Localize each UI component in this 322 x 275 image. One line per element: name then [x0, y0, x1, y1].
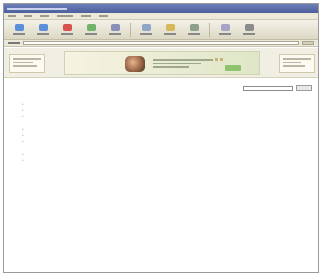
title-bar [4, 4, 318, 13]
search-icon [141, 24, 151, 32]
banner-photo-icon [125, 56, 145, 72]
list-item [22, 152, 312, 156]
page-banner [4, 48, 318, 78]
section-list [22, 102, 312, 118]
search-input[interactable] [243, 85, 293, 91]
list-item [22, 108, 312, 112]
list-item [22, 114, 312, 118]
go-button[interactable] [302, 41, 314, 45]
menu-item-tools[interactable] [81, 15, 91, 17]
forward-icon [38, 24, 48, 32]
main-content [4, 79, 318, 272]
banner-text [153, 59, 213, 68]
star-icon [165, 24, 175, 32]
refresh-icon [86, 24, 96, 32]
address-label [8, 42, 20, 44]
menu-item-favorites[interactable] [57, 15, 73, 17]
mail-icon [220, 24, 230, 32]
address-bar [4, 40, 318, 47]
menu-item-edit[interactable] [24, 15, 32, 17]
favorites-button[interactable] [161, 23, 179, 37]
stop-icon [62, 24, 72, 32]
home-icon [110, 24, 120, 32]
search-submit-button[interactable] [296, 85, 312, 91]
print-button[interactable] [240, 23, 258, 37]
menu-item-file[interactable] [8, 15, 16, 17]
address-input[interactable] [23, 41, 299, 45]
back-icon [14, 24, 24, 32]
home-button[interactable] [106, 23, 124, 37]
browser-toolbar [4, 20, 318, 40]
browser-window [3, 3, 319, 273]
banner-dots [215, 58, 223, 61]
history-button[interactable] [185, 23, 203, 37]
menu-bar [4, 13, 318, 20]
history-icon [189, 24, 199, 32]
list-item [22, 139, 312, 143]
banner-left-box[interactable] [9, 54, 45, 73]
site-search [243, 85, 312, 91]
search-button[interactable] [137, 23, 155, 37]
forward-button[interactable] [34, 23, 52, 37]
menu-item-help[interactable] [99, 15, 108, 17]
mail-button[interactable] [216, 23, 234, 37]
menu-item-view[interactable] [40, 15, 49, 17]
section-list [22, 152, 312, 162]
list-item [22, 127, 312, 131]
printer-icon [244, 24, 254, 32]
banner-right-box[interactable] [279, 54, 315, 73]
stop-button[interactable] [58, 23, 76, 37]
section-list [22, 127, 312, 143]
list-item [22, 133, 312, 137]
refresh-button[interactable] [82, 23, 100, 37]
toolbar-separator [130, 22, 131, 37]
advertisement-banner[interactable] [64, 51, 260, 75]
list-item [22, 158, 312, 162]
toolbar-separator [209, 22, 210, 37]
window-title [7, 7, 67, 10]
list-item [22, 102, 312, 106]
banner-cta-button[interactable] [225, 65, 241, 71]
back-button[interactable] [10, 23, 28, 37]
